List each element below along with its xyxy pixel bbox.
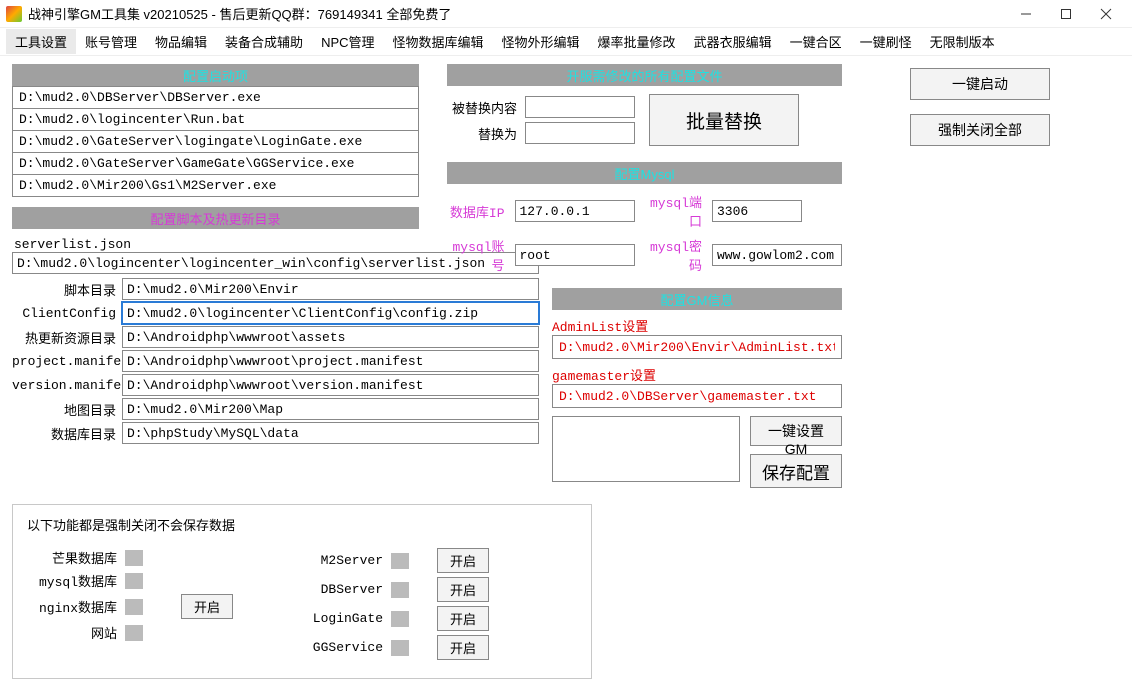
- open-m2-button[interactable]: 开启: [437, 548, 489, 573]
- menu-merge-zone[interactable]: 一键合区: [781, 29, 851, 54]
- gamemaster-label: gamemaster设置: [552, 365, 842, 384]
- replace-header: 开服需修改的所有配置文件: [447, 64, 842, 86]
- svc-indicator: [125, 625, 143, 641]
- menu-weapon-clothes[interactable]: 武器衣服编辑: [685, 29, 781, 54]
- svc-indicator: [125, 550, 143, 566]
- set-gm-button[interactable]: 一键设置GM: [750, 416, 842, 446]
- mysql-port-input[interactable]: [712, 200, 802, 222]
- project-manifest-label: project.manifest: [12, 354, 122, 369]
- minimize-button[interactable]: [1006, 2, 1046, 26]
- gamemaster-input[interactable]: [552, 384, 842, 408]
- menu-tools[interactable]: 工具设置: [6, 29, 76, 54]
- menu-item-edit[interactable]: 物品编辑: [146, 29, 216, 54]
- startup-item[interactable]: D:\mud2.0\DBServer\DBServer.exe: [12, 86, 419, 109]
- map-dir-label: 地图目录: [12, 400, 122, 419]
- startup-item[interactable]: D:\mud2.0\logincenter\Run.bat: [12, 109, 419, 131]
- svc-mysql-label: mysql数据库: [27, 571, 117, 590]
- svc-nginx-label: nginx数据库: [27, 597, 117, 616]
- svc-indicator: [391, 553, 409, 569]
- window-title: 战神引擎GM工具集 v20210525 - 售后更新QQ群：769149341 …: [28, 4, 1006, 23]
- menu-account[interactable]: 账号管理: [76, 29, 146, 54]
- force-close-all-button[interactable]: 强制关闭全部: [910, 114, 1050, 146]
- startup-header: 配置启动项: [12, 64, 419, 86]
- clientconfig-label: ClientConfig: [12, 306, 122, 321]
- menu-equip-synth[interactable]: 装备合成辅助: [216, 29, 312, 54]
- script-dir-label: 脚本目录: [12, 280, 122, 299]
- menu-refresh-monster[interactable]: 一键刷怪: [851, 29, 921, 54]
- services-title: 以下功能都是强制关闭不会保存数据: [27, 515, 577, 534]
- adminlist-label: AdminList设置: [552, 316, 842, 335]
- svc-indicator: [125, 573, 143, 589]
- replace-input[interactable]: [525, 122, 635, 144]
- menu-drop-rate[interactable]: 爆率批量修改: [589, 29, 685, 54]
- menubar: 工具设置 账号管理 物品编辑 装备合成辅助 NPC管理 怪物数据库编辑 怪物外形…: [0, 28, 1132, 56]
- mysql-ip-input[interactable]: [515, 200, 635, 222]
- scripts-header: 配置脚本及热更新目录: [12, 207, 419, 229]
- mysql-user-input[interactable]: [515, 244, 635, 266]
- start-all-button[interactable]: 一键启动: [910, 68, 1050, 100]
- svc-dbserver-label: DBServer: [293, 582, 383, 597]
- mysql-pass-input[interactable]: [712, 244, 842, 266]
- gm-textarea[interactable]: [552, 416, 740, 482]
- menu-monster-shape[interactable]: 怪物外形编辑: [493, 29, 589, 54]
- batch-replace-button[interactable]: 批量替换: [649, 94, 799, 146]
- mysql-ip-label: 数据库IP: [447, 202, 505, 221]
- startup-item[interactable]: D:\mud2.0\GateServer\logingate\LoginGate…: [12, 131, 419, 153]
- titlebar: 战神引擎GM工具集 v20210525 - 售后更新QQ群：769149341 …: [0, 0, 1132, 28]
- startup-item[interactable]: D:\mud2.0\GateServer\GameGate\GGService.…: [12, 153, 419, 175]
- mysql-user-label: mysql账号: [447, 236, 505, 274]
- svc-ggservice-label: GGService: [293, 640, 383, 655]
- startup-list: D:\mud2.0\DBServer\DBServer.exe D:\mud2.…: [12, 86, 419, 197]
- startup-item[interactable]: D:\mud2.0\Mir200\Gs1\M2Server.exe: [12, 175, 419, 197]
- adminlist-input[interactable]: [552, 335, 842, 359]
- svc-indicator: [391, 611, 409, 627]
- maximize-button[interactable]: [1046, 2, 1086, 26]
- app-icon: [6, 6, 22, 22]
- open-left-button[interactable]: 开启: [181, 594, 233, 619]
- gm-header: 配置GM信息: [552, 288, 842, 310]
- db-dir-label: 数据库目录: [12, 424, 122, 443]
- svc-indicator: [391, 640, 409, 656]
- svc-web-label: 网站: [27, 623, 117, 642]
- svc-m2-label: M2Server: [293, 553, 383, 568]
- svc-indicator: [391, 582, 409, 598]
- menu-monster-db[interactable]: 怪物数据库编辑: [384, 29, 493, 54]
- svc-indicator: [125, 599, 143, 615]
- open-login-button[interactable]: 开启: [437, 606, 489, 631]
- services-group: 以下功能都是强制关闭不会保存数据 芒果数据库 mysql数据库 nginx数据库…: [12, 504, 592, 679]
- svc-mango-label: 芒果数据库: [27, 548, 117, 567]
- svc-logingate-label: LoginGate: [293, 611, 383, 626]
- open-gg-button[interactable]: 开启: [437, 635, 489, 660]
- menu-unlimited[interactable]: 无限制版本: [921, 29, 1004, 54]
- mysql-port-label: mysql端口: [645, 192, 703, 230]
- serverlist-label: serverlist.json: [12, 237, 419, 252]
- version-manifest-label: version.manifest: [12, 378, 122, 393]
- save-config-button[interactable]: 保存配置: [750, 454, 842, 488]
- mysql-pass-label: mysql密码: [645, 236, 703, 274]
- mysql-header: 配置Mysql: [447, 162, 842, 184]
- find-input[interactable]: [525, 96, 635, 118]
- close-button[interactable]: [1086, 2, 1126, 26]
- open-db-button[interactable]: 开启: [437, 577, 489, 602]
- hotupdate-label: 热更新资源目录: [12, 328, 122, 347]
- menu-npc[interactable]: NPC管理: [312, 29, 383, 54]
- find-label: 被替换内容: [447, 98, 517, 117]
- replace-label: 替换为: [447, 124, 517, 143]
